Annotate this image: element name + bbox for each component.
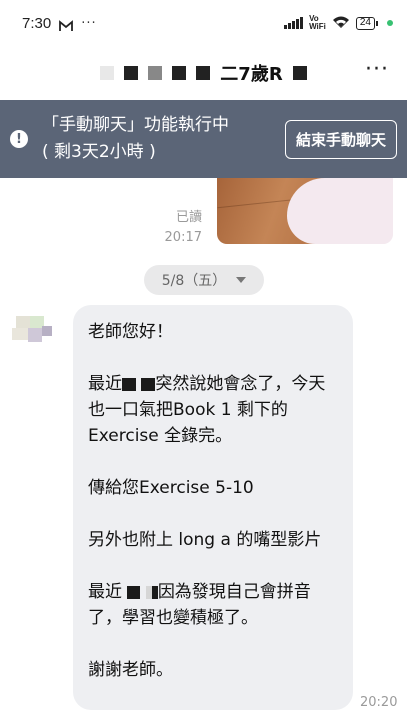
banner-line-2: ( 剩3天2小時 ) — [42, 142, 156, 162]
date-separator-chip[interactable]: 5/8（五） — [144, 265, 264, 295]
end-manual-chat-button[interactable]: 結束手動聊天 — [284, 119, 397, 159]
caret-down-icon — [236, 277, 247, 283]
read-receipt: 已讀 — [175, 210, 202, 225]
header-title-wrap: 二7歲R — [100, 60, 307, 86]
message-paragraph: 另外也附上 long a 的嘴型影片 — [88, 530, 322, 550]
message-text: 最近 — [88, 582, 122, 602]
notification-dots: ··· — [81, 15, 97, 31]
redacted-block — [196, 66, 211, 80]
signal-icon — [284, 17, 304, 29]
sent-image-thumbnail[interactable] — [217, 178, 393, 244]
manual-chat-banner: ! 「手動聊天」功能執行中 ( 剩3天2小時 ) 結束手動聊天 — [0, 100, 407, 178]
chat-title: 二7歲R — [220, 64, 283, 85]
message-bubble[interactable]: 老師您好！ 最近 突然說她會念了，今天也一口氣把Book 1 剩下的 Exerc… — [73, 305, 353, 710]
message-paragraph: 謝謝老師。 — [88, 660, 173, 680]
message-paragraph: 傳給您Exercise 5-10 — [88, 478, 254, 498]
wifi-icon — [332, 14, 350, 33]
message-paragraph: 最近 突然說她會念了，今天也一口氣把Book 1 剩下的 Exercise 全錄… — [88, 371, 339, 449]
status-left: 7:30 ··· — [22, 15, 97, 32]
status-time: 7:30 — [22, 14, 52, 32]
previous-message-meta: 已讀 20:17 — [165, 208, 202, 248]
message-time: 20:20 — [360, 695, 398, 710]
exclamation-icon: ! — [10, 130, 28, 148]
status-right: Vo WiFi 24 — [284, 14, 393, 33]
redacted-block — [148, 66, 163, 80]
redacted-block — [100, 66, 115, 80]
battery-icon: 24 — [355, 16, 378, 30]
vowifi-icon: Vo WiFi — [309, 14, 326, 31]
mail-icon — [59, 17, 74, 31]
avatar[interactable] — [12, 310, 54, 346]
date-label: 5/8（五） — [161, 273, 227, 289]
redacted-block — [124, 66, 139, 80]
status-bar: 7:30 ··· Vo WiFi 24 — [0, 0, 407, 46]
redacted-block — [127, 585, 141, 599]
message-text: 最近 — [88, 374, 122, 394]
message-paragraph: 最近 因為發現自己會拼音了，學習也變積極了。 — [88, 579, 339, 631]
redacted-block — [172, 66, 187, 80]
more-options-button[interactable]: ··· — [365, 58, 389, 82]
battery-level: 24 — [355, 16, 375, 30]
banner-line-1: 「手動聊天」功能執行中 — [42, 115, 229, 135]
green-dot-indicator — [387, 20, 393, 26]
message-text: 突然說她會念 — [155, 374, 258, 394]
banner-text: 「手動聊天」功能執行中 ( 剩3天2小時 ) — [42, 112, 285, 166]
message-text: 因為發現自己會拼音了，學習也變積極了。 — [88, 582, 311, 628]
redacted-block — [122, 377, 136, 391]
chat-header: 二7歲R ··· — [0, 46, 407, 100]
message-paragraph: 老師您好！ — [88, 322, 173, 342]
previous-message-time: 20:17 — [164, 230, 202, 245]
redacted-block — [292, 66, 307, 80]
redacted-block — [141, 377, 156, 391]
